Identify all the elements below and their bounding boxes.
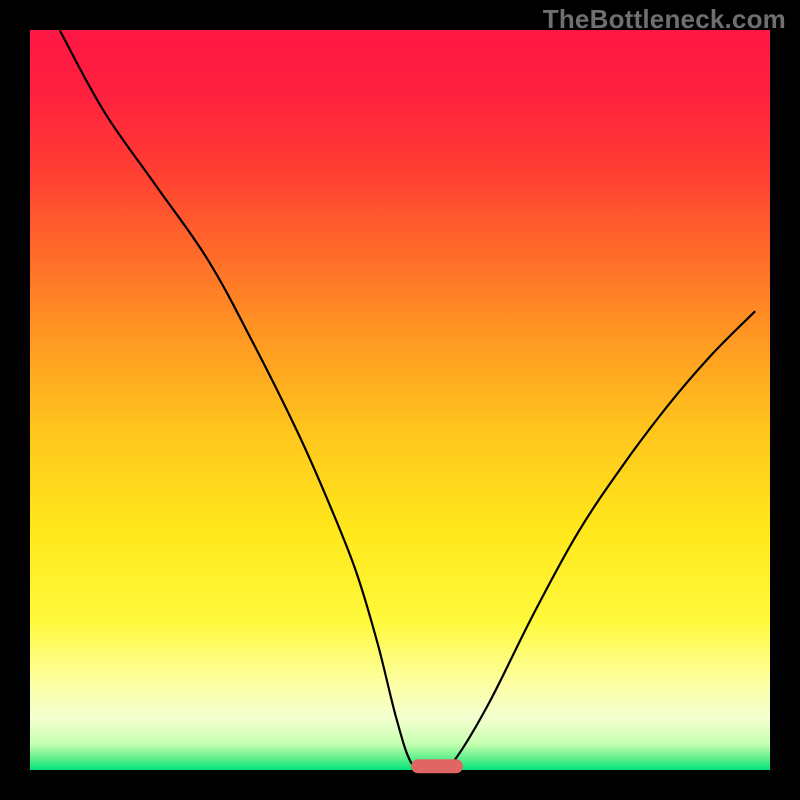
chart-frame: { "watermark": "TheBottleneck.com", "col… (0, 0, 800, 800)
watermark-text: TheBottleneck.com (543, 4, 786, 35)
plot-background (30, 30, 770, 770)
bottleneck-chart (0, 0, 800, 800)
optimal-marker (411, 759, 463, 773)
